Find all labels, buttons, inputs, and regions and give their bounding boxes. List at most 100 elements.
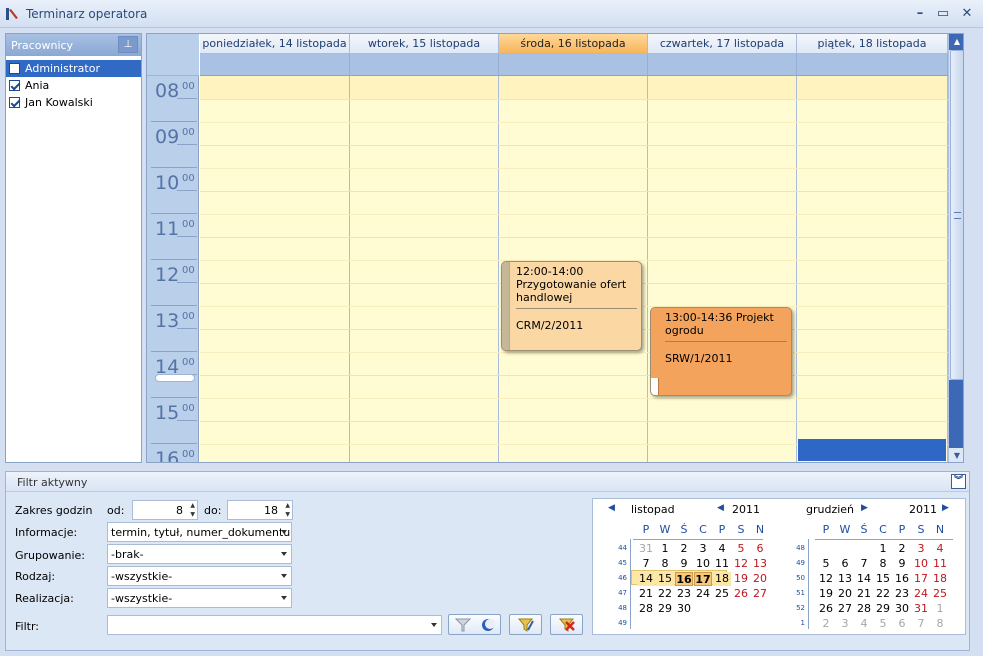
prev-year-arrow-icon[interactable]: ◀ (717, 503, 724, 513)
calendar-day[interactable]: 2 (817, 617, 835, 631)
all-day-cell[interactable] (350, 54, 499, 76)
left-year[interactable]: 2011 (732, 503, 760, 516)
week-number[interactable]: 45 (615, 559, 627, 567)
week-number[interactable]: 1 (793, 619, 805, 627)
employee-item-ania[interactable]: Ania (6, 77, 141, 94)
calendar-day[interactable]: 12 (732, 557, 750, 571)
calendar-view[interactable]: 08 00 09 00 10 00 11 00 12 00 13 00 14 00 15 00 … (146, 33, 964, 463)
realization-select[interactable]: -wszystkie- (107, 588, 292, 608)
employee-checkbox[interactable] (9, 63, 20, 74)
calendar-day[interactable]: 6 (751, 542, 769, 556)
scroll-track[interactable] (949, 380, 963, 448)
calendar-day[interactable]: 14 (637, 572, 655, 586)
calendar-day[interactable]: 31 (637, 542, 655, 556)
calendar-day[interactable]: 29 (656, 602, 674, 616)
day-column[interactable] (350, 76, 499, 462)
calendar-day[interactable]: 5 (874, 617, 892, 631)
day-header-thursday[interactable]: czwartek, 17 listopada (648, 34, 797, 54)
week-number[interactable]: 48 (615, 604, 627, 612)
all-day-cell[interactable] (499, 54, 648, 76)
day-header-monday[interactable]: poniedziałek, 14 listopada (200, 34, 350, 54)
calendar-day[interactable]: 30 (893, 602, 911, 616)
calendar-day[interactable]: 3 (694, 542, 712, 556)
close-button[interactable]: ✕ (959, 6, 975, 22)
calendar-day[interactable]: 8 (656, 557, 674, 571)
calendar-day[interactable]: 22 (656, 587, 674, 601)
clear-filter-button[interactable] (550, 614, 583, 635)
from-hour-stepper[interactable]: 8 ▲ ▼ (132, 500, 198, 520)
week-number[interactable]: 52 (793, 604, 805, 612)
calendar-day[interactable]: 9 (893, 557, 911, 571)
calendar-day[interactable]: 29 (874, 602, 892, 616)
calendar-day[interactable]: 13 (836, 572, 854, 586)
next-month-arrow-icon[interactable]: ▶ (861, 503, 868, 513)
calendar-day[interactable]: 1 (931, 602, 949, 616)
scroll-thumb[interactable] (950, 50, 963, 380)
maximize-button[interactable]: ▭ (935, 6, 951, 22)
calendar-day[interactable]: 15 (656, 572, 674, 586)
calendar-day[interactable]: 23 (675, 587, 693, 601)
week-number[interactable]: 46 (615, 574, 627, 582)
day-column[interactable] (648, 76, 797, 462)
calendar-day[interactable]: 19 (817, 587, 835, 601)
calendar-day[interactable]: 17 (912, 572, 930, 586)
calendar-day[interactable]: 13 (751, 557, 769, 571)
calendar-day[interactable]: 23 (893, 587, 911, 601)
calendar-day[interactable]: 21 (855, 587, 873, 601)
day-column[interactable] (797, 76, 948, 462)
calendar-day[interactable]: 12 (817, 572, 835, 586)
all-day-cell[interactable] (200, 54, 350, 76)
mini-calendar[interactable]: ◀ listopad ◀ 2011 grudzień ▶ 2011 ▶ PWŚC… (592, 498, 966, 635)
prev-month-arrow-icon[interactable]: ◀ (608, 503, 615, 513)
calendar-day[interactable]: 17 (694, 572, 712, 586)
calendar-day[interactable]: 1 (874, 542, 892, 556)
appointment-card[interactable]: 12:00-14:00 Przygotowanie ofert handlowe… (501, 261, 642, 351)
calendar-day[interactable]: 3 (912, 542, 930, 556)
calendar-day[interactable]: 14 (855, 572, 873, 586)
calendar-day[interactable]: 8 (931, 617, 949, 631)
week-number[interactable]: 48 (793, 544, 805, 552)
week-number[interactable]: 49 (615, 619, 627, 627)
calendar-day[interactable]: 16 (893, 572, 911, 586)
scroll-up-button[interactable]: ▲ (949, 34, 963, 50)
calendar-day[interactable]: 21 (637, 587, 655, 601)
calendar-day[interactable]: 28 (855, 602, 873, 616)
day-column[interactable] (200, 76, 350, 462)
calendar-day[interactable]: 9 (675, 557, 693, 571)
calendar-day[interactable]: 4 (855, 617, 873, 631)
calendar-day[interactable]: 4 (713, 542, 731, 556)
calendar-day[interactable]: 15 (874, 572, 892, 586)
filter-input[interactable] (107, 615, 442, 635)
calendar-day[interactable]: 18 (713, 572, 731, 586)
calendar-day[interactable]: 6 (893, 617, 911, 631)
calendar-day[interactable]: 1 (656, 542, 674, 556)
filter-options-button[interactable] (448, 614, 501, 635)
to-hour-stepper[interactable]: 18 ▲ ▼ (227, 500, 293, 520)
calendar-day[interactable]: 7 (855, 557, 873, 571)
stepper-up-icon[interactable]: ▲ (190, 502, 195, 509)
calendar-day[interactable]: 11 (931, 557, 949, 571)
calendar-day[interactable]: 20 (751, 572, 769, 586)
selected-time-slot[interactable] (798, 439, 946, 461)
calendar-day[interactable]: 25 (713, 587, 731, 601)
calendar-day[interactable]: 7 (637, 557, 655, 571)
calendar-day[interactable]: 2 (893, 542, 911, 556)
grouping-select[interactable]: -brak- (107, 544, 292, 564)
employee-checkbox[interactable] (9, 80, 20, 91)
stepper-up-icon[interactable]: ▲ (285, 502, 290, 509)
week-number[interactable]: 47 (615, 589, 627, 597)
calendar-day[interactable]: 26 (732, 587, 750, 601)
calendar-day[interactable]: 4 (931, 542, 949, 556)
calendar-day[interactable]: 24 (694, 587, 712, 601)
type-select[interactable]: -wszystkie- (107, 566, 292, 586)
employee-checkbox[interactable] (9, 97, 20, 108)
calendar-day[interactable]: 26 (817, 602, 835, 616)
day-header-wednesday[interactable]: środa, 16 listopada (499, 34, 648, 54)
calendar-day[interactable]: 11 (713, 557, 731, 571)
stepper-down-icon[interactable]: ▼ (285, 511, 290, 518)
scroll-down-button[interactable]: ▼ (949, 448, 963, 462)
calendar-day[interactable]: 3 (836, 617, 854, 631)
right-year[interactable]: 2011 (909, 503, 937, 516)
calendar-day[interactable]: 27 (751, 587, 769, 601)
day-header-friday[interactable]: piątek, 18 listopada (797, 34, 948, 54)
